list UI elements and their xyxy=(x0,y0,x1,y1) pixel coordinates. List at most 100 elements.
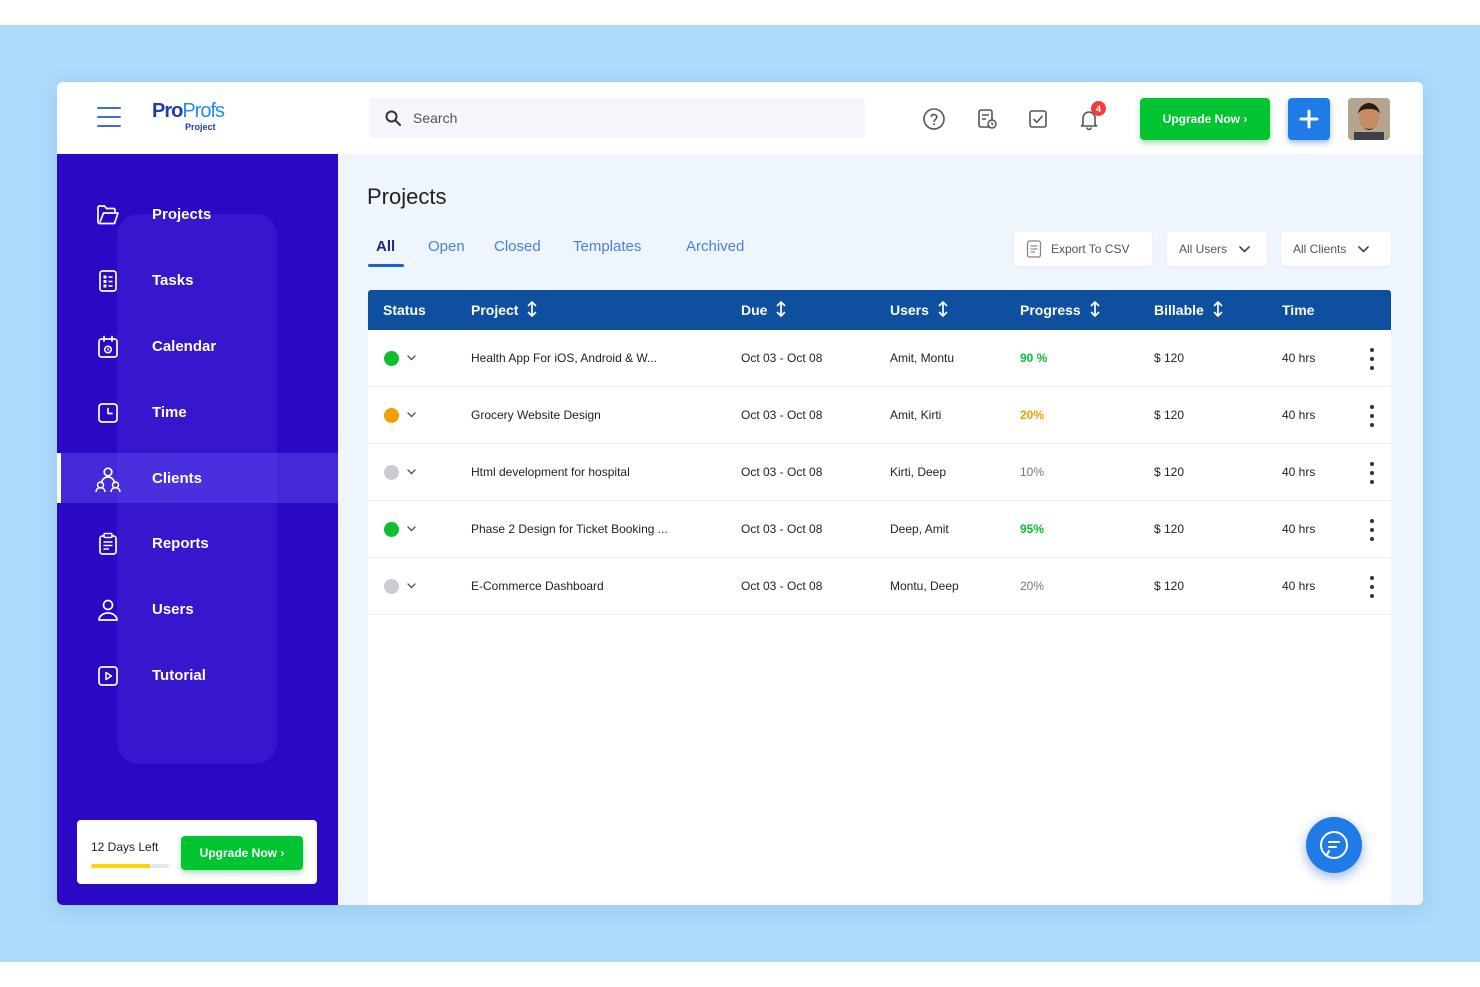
due-date: Oct 03 - Oct 08 xyxy=(741,579,823,593)
add-button[interactable] xyxy=(1288,98,1330,140)
logo-brand: ProProfs xyxy=(152,100,225,122)
table-row[interactable]: Phase 2 Design for Ticket Booking ... Oct… xyxy=(368,501,1391,558)
sidebar-item-users[interactable]: Users xyxy=(57,584,338,634)
table-row[interactable]: Health App For iOS, Android & W... Oct 03… xyxy=(368,330,1391,387)
column-header-billable[interactable]: Billable xyxy=(1154,290,1223,330)
hamburger-menu-icon[interactable] xyxy=(97,107,121,127)
column-header-label: Project xyxy=(471,302,519,318)
column-header-label: Status xyxy=(383,302,426,318)
more-options-icon[interactable] xyxy=(1368,462,1376,484)
project-name[interactable]: Html development for hospital xyxy=(471,444,630,500)
app-window: ProProfs Project 4 Upgrade Now › xyxy=(57,82,1423,905)
sort-icon[interactable] xyxy=(1090,300,1100,320)
sort-icon[interactable] xyxy=(1213,300,1223,320)
time-logged: 40 hrs xyxy=(1282,465,1316,479)
sidebar: Projects Tasks Calendar Time Clients Rep… xyxy=(57,154,338,905)
tab-all[interactable]: All xyxy=(376,238,395,255)
tab-open[interactable]: Open xyxy=(428,238,465,255)
table-row[interactable]: E-Commerce Dashboard Oct 03 - Oct 08 Montu… xyxy=(368,558,1391,615)
trial-progress-bar xyxy=(91,864,169,868)
project-name[interactable]: Phase 2 Design for Ticket Booking ... xyxy=(471,501,668,557)
column-header-due[interactable]: Due xyxy=(741,290,786,330)
help-icon[interactable] xyxy=(921,106,947,132)
search-icon xyxy=(385,110,401,126)
trial-progress-fill xyxy=(91,864,150,868)
more-options-icon[interactable] xyxy=(1368,519,1376,541)
sort-icon[interactable] xyxy=(938,300,948,320)
billable-amount: $ 120 xyxy=(1154,579,1185,593)
page-background: ProProfs Project 4 Upgrade Now › xyxy=(0,25,1480,962)
due-date: Oct 03 - Oct 08 xyxy=(741,351,823,365)
users-filter-select[interactable]: All Users xyxy=(1167,232,1267,266)
table-row[interactable]: Html development for hospital Oct 03 - Oc… xyxy=(368,444,1391,501)
due-date: Oct 03 - Oct 08 xyxy=(741,408,823,422)
more-options-icon[interactable] xyxy=(1368,576,1376,598)
project-name[interactable]: Grocery Website Design xyxy=(471,387,601,443)
timesheet-icon[interactable] xyxy=(974,106,1000,132)
chevron-down-icon xyxy=(407,526,416,532)
sidebar-item-label: Tutorial xyxy=(152,666,206,684)
column-header-project[interactable]: Project xyxy=(471,290,537,330)
search-bar[interactable] xyxy=(369,98,865,138)
more-options-icon[interactable] xyxy=(1368,405,1376,427)
folder-icon xyxy=(94,201,122,229)
project-name[interactable]: Health App For iOS, Android & W... xyxy=(471,330,657,386)
sidebar-item-label: Users xyxy=(152,600,194,618)
sidebar-item-label: Reports xyxy=(152,534,209,552)
export-csv-button[interactable]: Export To CSV xyxy=(1014,232,1152,266)
column-header-label: Billable xyxy=(1154,302,1204,318)
upgrade-now-button[interactable]: Upgrade Now › xyxy=(1140,98,1270,140)
tab-templates[interactable]: Templates xyxy=(573,238,641,255)
status-select[interactable] xyxy=(384,330,416,386)
bell-icon[interactable]: 4 xyxy=(1076,101,1106,132)
chevron-down-icon xyxy=(407,469,416,475)
sidebar-item-label: Projects xyxy=(152,205,212,223)
sidebar-item-projects[interactable]: Projects xyxy=(57,189,338,239)
export-csv-label: Export To CSV xyxy=(1051,242,1130,256)
billable-amount: $ 120 xyxy=(1154,351,1185,365)
sidebar-item-clients[interactable]: Clients xyxy=(57,453,338,503)
sort-icon[interactable] xyxy=(527,300,537,320)
sidebar-item-tasks[interactable]: Tasks xyxy=(57,255,338,305)
assigned-users: Deep, Amit xyxy=(890,522,949,536)
search-input[interactable] xyxy=(413,110,833,126)
status-dot xyxy=(384,464,399,480)
column-header-users[interactable]: Users xyxy=(890,290,948,330)
table-row[interactable]: Grocery Website Design Oct 03 - Oct 08 Ami… xyxy=(368,387,1391,444)
column-header-progress[interactable]: Progress xyxy=(1020,290,1100,330)
project-name[interactable]: E-Commerce Dashboard xyxy=(471,558,604,614)
sidebar-upgrade-button[interactable]: Upgrade Now › xyxy=(181,836,303,870)
assigned-users: Amit, Kirti xyxy=(890,408,942,422)
proprofs-logo[interactable]: ProProfs Project xyxy=(152,100,232,136)
assigned-users: Montu, Deep xyxy=(890,579,959,593)
status-select[interactable] xyxy=(384,387,416,443)
projects-table: Status Project Due Users Progress Billable Tim… xyxy=(368,290,1391,905)
sidebar-item-calendar[interactable]: Calendar xyxy=(57,321,338,371)
time-logged: 40 hrs xyxy=(1282,522,1316,536)
status-select[interactable] xyxy=(384,444,416,500)
users-filter-value: All Users xyxy=(1179,242,1228,256)
billable-amount: $ 120 xyxy=(1154,465,1185,479)
tab-closed[interactable]: Closed xyxy=(494,238,541,255)
sidebar-item-tutorial[interactable]: Tutorial xyxy=(57,650,338,700)
tab-archived[interactable]: Archived xyxy=(686,238,744,255)
sidebar-item-time[interactable]: Time xyxy=(57,387,338,437)
sort-icon[interactable] xyxy=(776,300,786,320)
sidebar-item-label: Tasks xyxy=(152,271,194,289)
billable-amount: $ 120 xyxy=(1154,408,1185,422)
status-dot xyxy=(384,521,399,537)
chat-button[interactable] xyxy=(1306,817,1362,873)
clients-filter-select[interactable]: All Clients xyxy=(1281,232,1391,266)
more-options-icon[interactable] xyxy=(1368,348,1376,370)
checklist-icon[interactable] xyxy=(1025,106,1051,132)
user-avatar[interactable] xyxy=(1348,98,1390,140)
column-header-label: Progress xyxy=(1020,302,1081,318)
status-select[interactable] xyxy=(384,558,416,614)
time-logged: 40 hrs xyxy=(1282,408,1316,422)
progress-value: 10% xyxy=(1020,465,1045,479)
sidebar-item-reports[interactable]: Reports xyxy=(57,518,338,568)
status-select[interactable] xyxy=(384,501,416,557)
active-tab-indicator xyxy=(368,264,404,267)
document-icon xyxy=(1026,240,1042,258)
time-logged: 40 hrs xyxy=(1282,351,1316,365)
